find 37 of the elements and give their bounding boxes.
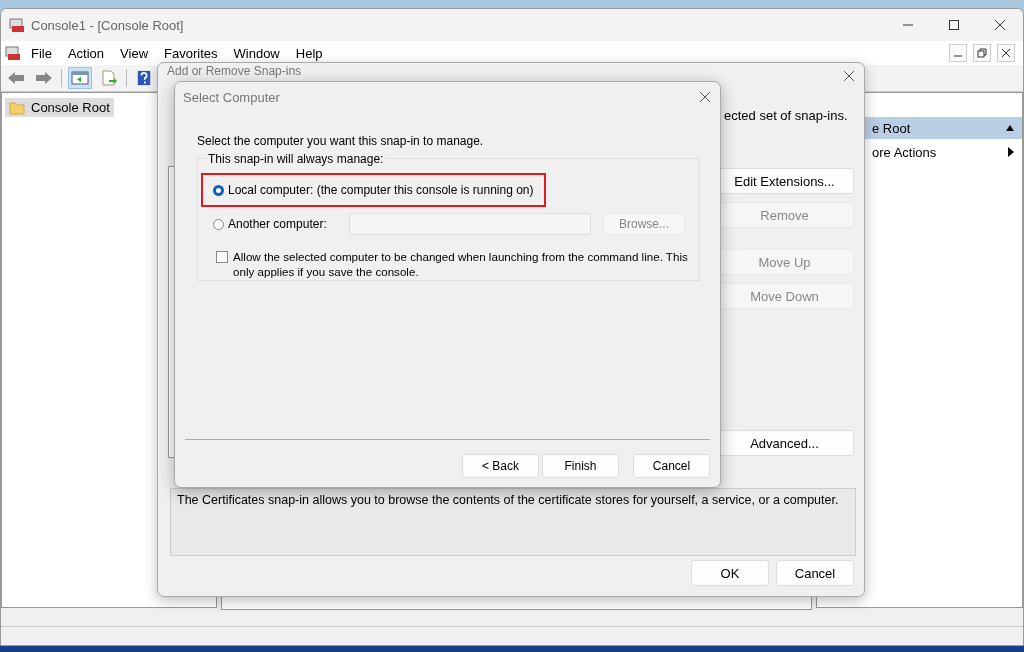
checkbox-option[interactable]: Allow the selected computer to be changed when launching from the command line. This only applies if you save the console.	[201, 249, 689, 279]
window-title: Console1 - [Console Root]	[31, 17, 184, 33]
console-icon[interactable]	[5, 45, 21, 61]
submenu-arrow-icon	[1008, 147, 1014, 157]
menu-item[interactable]: File	[21, 45, 60, 61]
checkbox[interactable]	[216, 251, 228, 263]
group-label: This snap-in will always manage:	[206, 152, 386, 166]
restore-icon[interactable]	[973, 44, 991, 62]
dialog-title: Add or Remove Snap-ins	[167, 64, 302, 78]
wizard-button[interactable]: Cancel	[633, 454, 710, 478]
radio-button[interactable]	[213, 218, 224, 230]
menu-item[interactable]: Help	[287, 45, 331, 61]
wizard-button[interactable]: Finish	[542, 454, 619, 478]
console-icon	[9, 17, 25, 33]
close-icon[interactable]	[844, 71, 854, 81]
description-text: The Certificates snap-in allows you to browse the contents of the certificate stores for yourself, a service, or a computer.	[177, 493, 839, 507]
dialog-title: Select Computer	[183, 89, 280, 105]
menu-item[interactable]: Action	[59, 45, 113, 61]
menu-item[interactable]: Favorites	[156, 45, 226, 61]
menu-item[interactable]: Window	[225, 45, 288, 61]
dialog-button[interactable]: Cancel	[776, 560, 854, 586]
tree-item[interactable]: Console Root	[5, 98, 114, 117]
radio-option[interactable]: Local computer: (the computer this console is running on)	[213, 183, 534, 197]
collapse-icon	[1006, 125, 1014, 131]
folder-icon	[9, 100, 25, 115]
console-tree-icon[interactable]	[68, 67, 92, 89]
minimize-icon[interactable]	[949, 44, 967, 62]
wizard-button[interactable]: < Back	[462, 454, 539, 478]
maximize-icon[interactable]	[949, 20, 959, 30]
prompt-text: Select the computer you want this snap-in to manage.	[197, 134, 485, 148]
dialog-button[interactable]: OK	[691, 560, 769, 586]
close-icon[interactable]	[700, 92, 710, 102]
radio-button[interactable]	[213, 184, 224, 196]
action-item[interactable]: ore Actions	[817, 139, 1022, 165]
radio-option[interactable]: Another computer:	[213, 217, 349, 231]
close-icon[interactable]	[995, 20, 1005, 30]
menu-item[interactable]: View	[112, 45, 157, 61]
